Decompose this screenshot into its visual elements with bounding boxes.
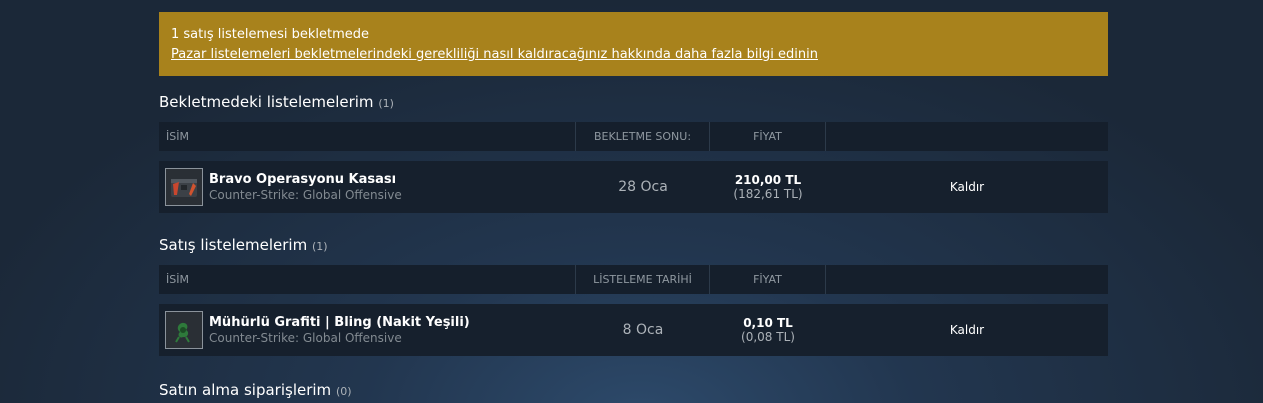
buy-orders-count: (0) xyxy=(335,385,352,398)
buy-orders-section-title: Satın alma siparişlerim (0) xyxy=(159,382,1108,403)
listings-table-header: İSİM LİSTELEME TARİHİ FİYAT xyxy=(159,265,1108,294)
market-listings-container: 1 satış listelemesi bekletmede Pazar lis… xyxy=(159,12,1108,403)
pending-section-title: Bekletmedeki listelemelerim (1) xyxy=(159,94,1108,116)
notice-learn-more-link[interactable]: Pazar listelemeleri bekletmelerindeki ge… xyxy=(171,47,818,62)
pending-title-text: Bekletmedeki listelemelerim xyxy=(159,93,374,111)
graffiti-icon[interactable] xyxy=(165,311,203,349)
header-action xyxy=(826,265,1108,294)
item-cell: Bravo Operasyonu Kasası Counter-Strike: … xyxy=(159,168,576,206)
price-cell: 210,00 TL (182,61 TL) xyxy=(710,173,826,201)
price-seller: (182,61 TL) xyxy=(733,187,803,201)
price-cell: 0,10 TL (0,08 TL) xyxy=(710,316,826,344)
listings-section-title: Satış listelemelerim (1) xyxy=(159,237,1108,259)
item-game: Counter-Strike: Global Offensive xyxy=(209,187,402,202)
weapon-case-icon[interactable] xyxy=(165,168,203,206)
header-hold-end: BEKLETME SONU: xyxy=(576,122,710,151)
listings-title-text: Satış listelemelerim xyxy=(159,236,308,254)
on-hold-notice: 1 satış listelemesi bekletmede Pazar lis… xyxy=(159,12,1108,76)
header-action xyxy=(826,122,1108,151)
buy-orders-title-text: Satın alma siparişlerim xyxy=(159,381,332,399)
notice-title: 1 satış listelemesi bekletmede xyxy=(171,27,370,42)
item-name[interactable]: Mühürlü Grafiti | Bling (Nakit Yeşili) xyxy=(209,315,470,331)
header-name: İSİM xyxy=(159,265,576,294)
pending-count: (1) xyxy=(378,97,394,110)
table-row: Mühürlü Grafiti | Bling (Nakit Yeşili) C… xyxy=(159,304,1108,356)
price-seller: (0,08 TL) xyxy=(741,330,795,344)
price-buyer: 0,10 TL xyxy=(743,316,793,330)
item-cell: Mühürlü Grafiti | Bling (Nakit Yeşili) C… xyxy=(159,311,576,349)
listed-date: 8 Oca xyxy=(622,322,664,338)
listings-count: (1) xyxy=(311,240,328,253)
header-price: FİYAT xyxy=(710,265,826,294)
remove-button[interactable]: Kaldır xyxy=(826,323,1108,337)
hold-end-date: 28 Oca xyxy=(618,179,668,195)
price-buyer: 210,00 TL xyxy=(734,173,802,187)
header-price: FİYAT xyxy=(710,122,826,151)
header-name: İSİM xyxy=(159,122,576,151)
pending-table-header: İSİM BEKLETME SONU: FİYAT xyxy=(159,122,1108,151)
remove-button[interactable]: Kaldır xyxy=(826,180,1108,194)
item-name[interactable]: Bravo Operasyonu Kasası xyxy=(209,172,402,188)
header-listed-on: LİSTELEME TARİHİ xyxy=(576,265,710,294)
item-game: Counter-Strike: Global Offensive xyxy=(209,330,402,345)
table-row: Bravo Operasyonu Kasası Counter-Strike: … xyxy=(159,161,1108,213)
